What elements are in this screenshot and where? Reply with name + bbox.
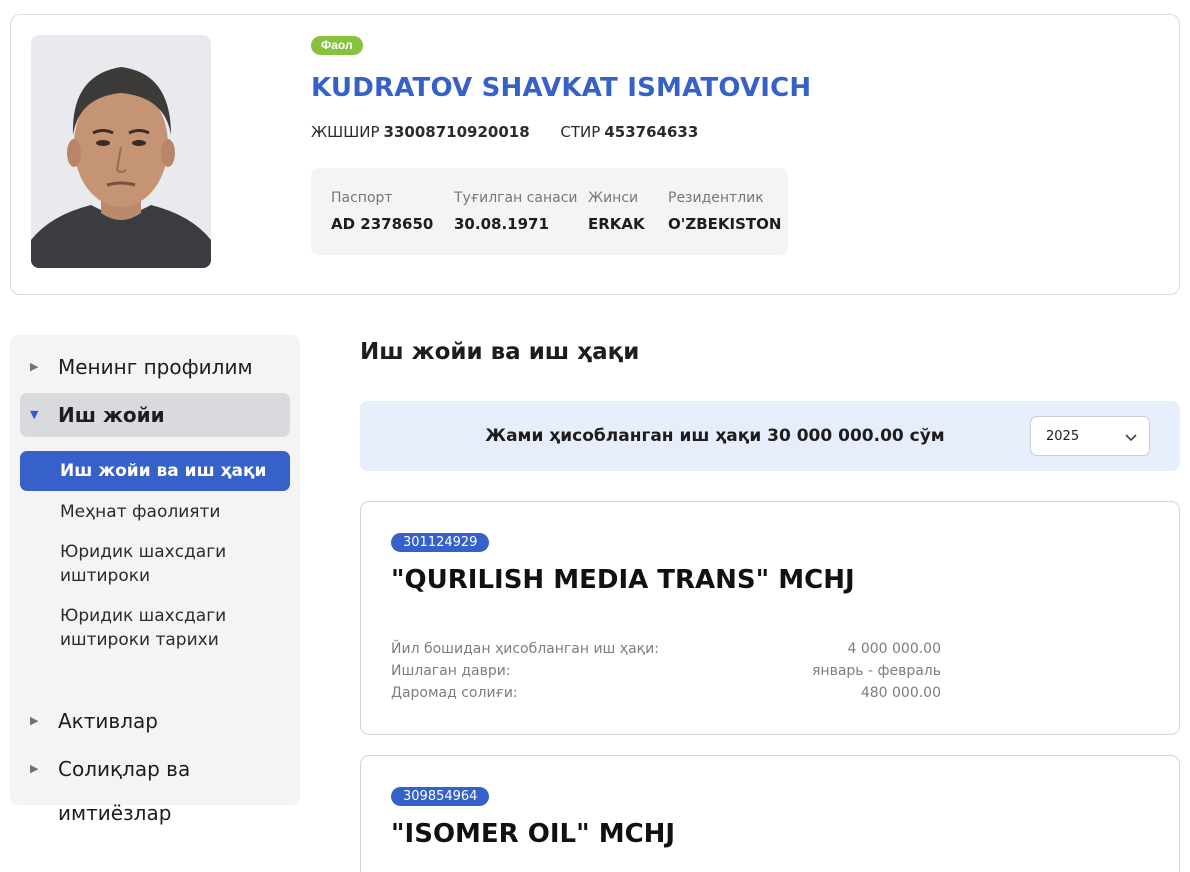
sidebar-item-label: Иш жойи	[58, 403, 165, 427]
personal-info-box: Паспорт AD 2378650 Туғилган санаси 30.08…	[311, 168, 788, 255]
caret-right-icon: ▶	[30, 714, 39, 727]
info-value: 30.08.1971	[454, 215, 549, 233]
chevron-down-icon	[1125, 434, 1137, 442]
profile-card: Фаол KUDRATOV SHAVKAT ISMATOVICH ЖШШИР 33…	[10, 14, 1180, 295]
sidebar-subitem-legal-entity-participation-history[interactable]: Юридик шахсдаги иштироки тарихи	[20, 604, 290, 652]
person-name: KUDRATOV SHAVKAT ISMATOVICH	[311, 73, 812, 103]
sidebar-item-workplace[interactable]: ▼ Иш жойи	[20, 393, 290, 437]
sidebar-item-label: Солиқлар ва имтиёзлар	[58, 757, 191, 825]
company-name: "ISOMER OIL" MCHJ	[391, 819, 676, 849]
sidebar-subitem-labor-activity[interactable]: Меҳнат фаолияти	[20, 500, 290, 524]
info-label: Туғилган санаси	[454, 190, 578, 206]
sidebar-item-label: Активлар	[58, 709, 158, 733]
sidebar-item-assets[interactable]: ▶ Активлар	[20, 699, 290, 743]
caret-right-icon: ▶	[30, 762, 39, 775]
row-label: Ишлаган даври:	[391, 663, 511, 679]
sidebar-subitem-workplace-salary[interactable]: Иш жойи ва иш ҳақи	[20, 451, 290, 491]
gender-info: Жинси ERKAK	[588, 190, 645, 233]
birth-date-info: Туғилган санаси 30.08.1971	[454, 190, 578, 233]
row-value: 480 000.00	[860, 685, 941, 701]
page-title: Иш жойи ва иш ҳақи	[360, 339, 640, 365]
passport-info: Паспорт AD 2378650	[331, 190, 433, 233]
info-value: O'ZBEKISTON	[668, 215, 782, 233]
caret-right-icon: ▶	[30, 360, 39, 373]
stir-value: 453764633	[604, 123, 699, 141]
salary-row: Йил бошидан ҳисобланган иш ҳақи: 4 000 0…	[391, 641, 941, 657]
info-label: Жинси	[588, 190, 639, 206]
period-row: Ишлаган даври: январь - февраль	[391, 663, 941, 679]
stir-label: СТИР	[560, 123, 601, 141]
row-label: Даромад солиғи:	[391, 685, 518, 701]
info-value: ERKAK	[588, 215, 645, 233]
year-select-value: 2025	[1046, 429, 1080, 444]
person-photo-image	[31, 35, 211, 268]
profile-photo	[31, 35, 211, 268]
sidebar-item-label: Менинг профилим	[58, 355, 253, 379]
total-salary-text: Жами ҳисобланган иш ҳақи 30 000 000.00 с…	[485, 426, 945, 446]
company-card: 309854964 "ISOMER OIL" MCHJ	[360, 755, 1180, 872]
jshshir-value: 33008710920018	[383, 123, 530, 141]
residency-info: Резидентлик O'ZBEKISTON	[668, 190, 781, 233]
total-salary-bar: Жами ҳисобланган иш ҳақи 30 000 000.00 с…	[360, 401, 1180, 471]
jshshir-label: ЖШШИР	[311, 123, 380, 141]
row-value: январь - февраль	[812, 663, 941, 679]
row-value: 4 000 000.00	[847, 641, 941, 657]
company-card: 301124929 "QURILISH MEDIA TRANS" MCHJ Йи…	[360, 501, 1180, 735]
sidebar-subitem-legal-entity-participation[interactable]: Юридик шахсдаги иштироки	[20, 540, 290, 588]
sidebar: ▶ Менинг профилим ▼ Иш жойи Иш жойи ва и…	[10, 335, 300, 825]
info-value: AD 2378650	[331, 215, 434, 233]
row-label: Йил бошидан ҳисобланган иш ҳақи:	[391, 641, 659, 657]
year-select[interactable]: 2025	[1030, 416, 1150, 456]
info-label: Резидентлик	[668, 190, 764, 206]
inn-badge: 301124929	[391, 533, 490, 552]
status-badge: Фаол	[311, 36, 363, 55]
income-tax-row: Даромад солиғи: 480 000.00	[391, 685, 941, 701]
id-numbers: ЖШШИР 33008710920018 СТИР 453764633	[311, 123, 698, 141]
company-name: "QURILISH MEDIA TRANS" MCHJ	[391, 565, 855, 595]
caret-down-icon: ▼	[30, 408, 39, 421]
sidebar-item-taxes[interactable]: ▶ Солиқлар ва имтиёзлар	[20, 747, 290, 825]
sidebar-item-my-profile[interactable]: ▶ Менинг профилим	[20, 345, 290, 389]
info-label: Паспорт	[331, 190, 393, 206]
inn-badge: 309854964	[391, 787, 490, 806]
